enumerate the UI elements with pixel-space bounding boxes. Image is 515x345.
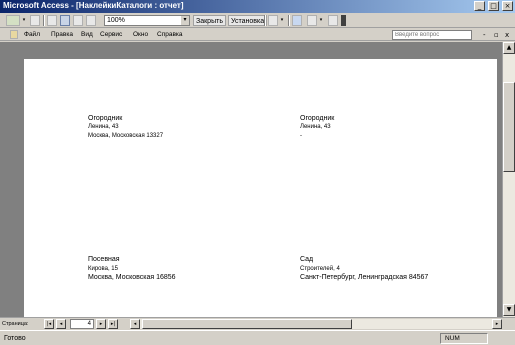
title-bar: Microsoft Access - [НаклейкиКаталоги : о… [0,0,515,13]
last-page-button[interactable]: ▸| [108,319,118,329]
chevron-down-icon[interactable]: ▾ [181,16,189,25]
report-icon[interactable] [10,30,18,39]
scroll-left-icon[interactable]: ◂ [130,319,140,329]
label-2-name: Огородник [300,115,335,122]
toolbar-separator [43,15,45,26]
mdi-restore-button[interactable]: ▫ [494,30,499,40]
new-object-icon[interactable] [307,15,317,26]
view-dropdown-arrow-icon[interactable]: ▾ [21,15,27,26]
ask-question-input[interactable] [392,30,472,40]
new-object-dropdown-icon[interactable]: ▾ [318,15,324,26]
page-navigation-bar: Страница: |◂ ◂ 4 ▸ ▸| ◂ ▸ [0,317,515,329]
zoom-value: 100% [107,17,125,24]
scroll-right-icon[interactable]: ▸ [492,319,502,329]
office-links-icon[interactable] [268,15,278,26]
label-3-street: Кирова, 15 [88,266,118,272]
menu-tools[interactable]: Сервис [100,30,122,40]
mdi-close-button[interactable]: x [505,30,509,40]
page-setup-button[interactable]: Установка [228,15,268,26]
database-window-icon[interactable] [292,15,302,26]
office-links-dropdown-icon[interactable]: ▾ [279,15,285,26]
prev-page-button[interactable]: ◂ [56,319,66,329]
toolbar-separator [264,15,266,26]
next-page-button[interactable]: ▸ [96,319,106,329]
label-3-name: Посевная [88,256,120,263]
access-window: Microsoft Access - [НаклейкиКаталоги : о… [0,0,515,345]
menu-window[interactable]: Окно [133,30,148,40]
label-3-city: Москва, Московская 16856 [88,274,176,281]
preview-workspace: Огородник Ленина, 43 Москва, Московская … [0,42,502,317]
menu-help[interactable]: Справка [157,30,183,40]
zoom-icon[interactable] [47,15,57,26]
menu-view[interactable]: Вид [81,30,93,40]
label-2-street: Ленина, 43 [300,124,331,130]
print-icon[interactable] [30,15,40,26]
menu-edit[interactable]: Правка [51,30,73,40]
status-num-lock: NUM [440,333,488,344]
vertical-scroll-thumb[interactable] [503,82,515,172]
menu-file[interactable]: Файл [24,30,40,40]
status-bar: Готово NUM [0,330,515,345]
view-icon[interactable] [6,15,20,26]
scroll-up-icon[interactable]: ▲ [503,42,515,54]
label-2-city: - [300,133,302,139]
mdi-minimize-button[interactable]: - [483,30,486,40]
help-icon[interactable] [328,15,338,26]
label-4-city: Санкт-Петербург, Ленинградская 84567 [300,274,429,281]
horizontal-scrollbar[interactable]: ◂ ▸ [130,319,502,329]
toolbar-options-icon[interactable] [341,15,346,26]
minimize-button[interactable]: _ [474,1,485,11]
multiple-pages-icon[interactable] [86,15,96,26]
vertical-scrollbar[interactable]: ▲ ▼ [502,42,515,317]
page-label: Страница: [2,321,29,327]
horizontal-scroll-thumb[interactable] [142,319,352,329]
report-page: Огородник Ленина, 43 Москва, Московская … [24,59,497,317]
window-title: Microsoft Access - [НаклейкиКаталоги : о… [3,1,184,10]
menu-bar: Файл Правка Вид Сервис Окно Справка - ▫ … [0,29,515,41]
close-button[interactable]: × [502,1,513,11]
print-preview-toolbar: ▾ 100% ▾ Закрыть Установка ▾ ▾ [0,13,515,28]
close-preview-button[interactable]: Закрыть [193,15,226,26]
label-1-street: Ленина, 43 [88,124,119,130]
label-4-name: Сад [300,256,314,263]
two-pages-icon[interactable] [73,15,83,26]
one-page-icon[interactable] [60,15,70,26]
label-4-street: Строителей, 4 [300,266,340,272]
page-number-input[interactable]: 4 [70,319,94,329]
zoom-combo[interactable]: 100% ▾ [104,15,190,26]
first-page-button[interactable]: |◂ [44,319,54,329]
label-1-name: Огородник [88,115,123,122]
status-ready: Готово [4,335,26,342]
label-1-city: Москва, Московская 13327 [88,133,164,139]
maximize-button[interactable]: □ [488,1,499,11]
scroll-down-icon[interactable]: ▼ [503,304,515,316]
toolbar-separator [288,15,290,26]
